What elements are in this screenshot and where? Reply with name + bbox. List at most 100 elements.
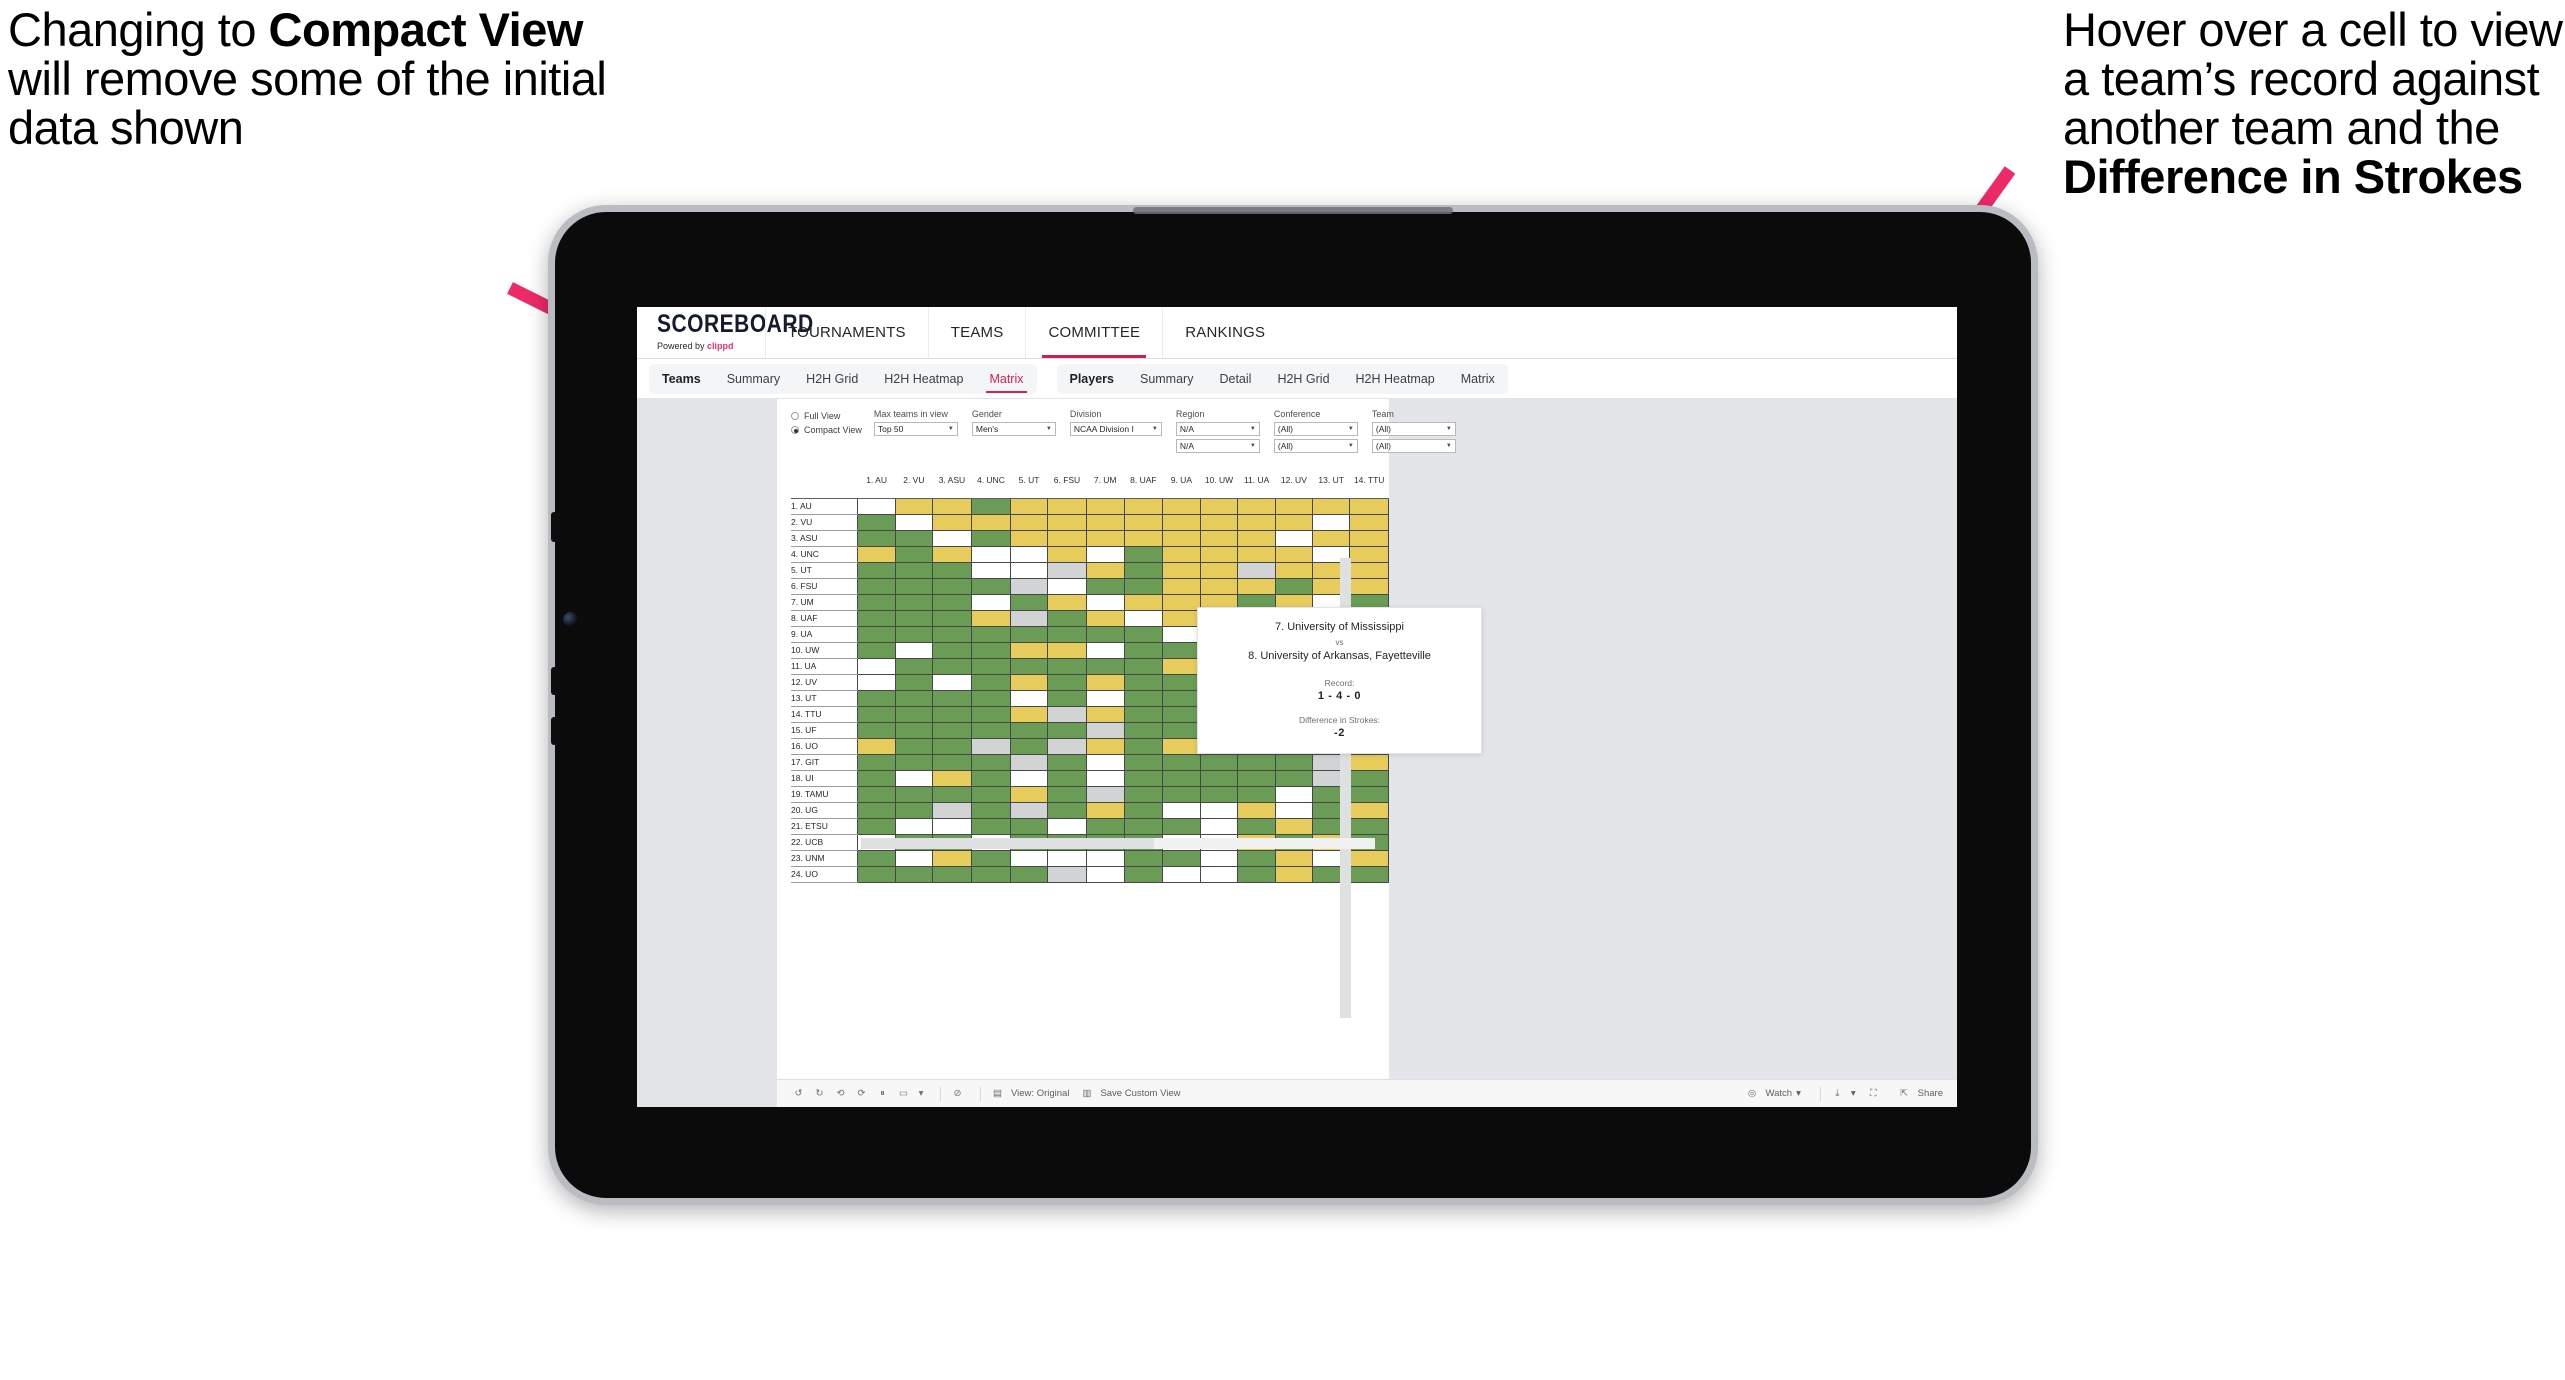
matrix-cell[interactable]	[970, 786, 1011, 803]
matrix-cell[interactable]	[970, 594, 1011, 611]
redo-icon[interactable]: ↻	[812, 1086, 827, 1101]
matrix-cell[interactable]	[970, 514, 1011, 531]
radio-compact-view-icon[interactable]	[791, 426, 799, 434]
matrix-cell[interactable]	[1047, 770, 1087, 787]
matrix-cell[interactable]	[1349, 786, 1389, 803]
matrix-cell[interactable]	[970, 802, 1011, 819]
filter-max-teams-select[interactable]: Top 50 ▼	[873, 422, 958, 436]
matrix-cell[interactable]	[1047, 498, 1087, 515]
matrix-cell[interactable]	[970, 706, 1011, 723]
matrix-cell[interactable]	[1009, 706, 1049, 723]
matrix-cell[interactable]	[970, 690, 1011, 707]
matrix-cell[interactable]	[932, 498, 972, 515]
matrix-cell[interactable]	[1162, 674, 1201, 691]
matrix-cell[interactable]	[857, 642, 896, 659]
matrix-row-header[interactable]: 23. UNM	[791, 850, 858, 867]
matrix-cell[interactable]	[1199, 866, 1239, 883]
matrix-cell[interactable]	[932, 642, 972, 659]
refresh-icon[interactable]: ⟳	[854, 1086, 869, 1101]
matrix-cell[interactable]	[1123, 850, 1164, 867]
matrix-cell[interactable]	[857, 722, 896, 739]
matrix-cell[interactable]	[894, 690, 934, 707]
matrix-col-header[interactable]: 8. UAF	[1124, 462, 1163, 499]
matrix-cell[interactable]	[1123, 514, 1164, 531]
matrix-cell[interactable]	[1162, 610, 1201, 627]
matrix-cell[interactable]	[932, 594, 972, 611]
matrix-cell[interactable]	[1162, 594, 1201, 611]
matrix-cell[interactable]	[1237, 530, 1276, 547]
filter-region-select-1[interactable]: N/A ▼	[1175, 422, 1260, 436]
matrix-cell[interactable]	[1009, 818, 1049, 835]
matrix-cell[interactable]	[932, 866, 972, 883]
matrix-cell[interactable]	[1085, 546, 1125, 563]
matrix-cell[interactable]	[970, 578, 1011, 595]
matrix-row-header[interactable]: 14. TTU	[791, 706, 858, 723]
matrix-cell[interactable]	[1009, 546, 1049, 563]
matrix-cell[interactable]	[1349, 802, 1389, 819]
matrix-cell[interactable]	[1009, 658, 1049, 675]
matrix-cell[interactable]	[857, 514, 896, 531]
matrix-cell[interactable]	[894, 706, 934, 723]
matrix-cell[interactable]	[1047, 690, 1087, 707]
radio-compact-view[interactable]: Compact View	[791, 425, 862, 435]
matrix-cell[interactable]	[1274, 786, 1314, 803]
matrix-cell[interactable]	[1047, 546, 1087, 563]
filter-gender-select[interactable]: Men's ▼	[971, 422, 1056, 436]
matrix-row-header[interactable]: 1. AU	[791, 498, 858, 515]
matrix-row-header[interactable]: 4. UNC	[791, 546, 858, 563]
matrix-cell[interactable]	[1047, 674, 1087, 691]
matrix-cell[interactable]	[932, 770, 972, 787]
matrix-cell[interactable]	[857, 530, 896, 547]
matrix-cell[interactable]	[1349, 770, 1389, 787]
matrix-col-header[interactable]: 2. VU	[895, 462, 933, 499]
matrix-cell[interactable]	[1009, 770, 1049, 787]
matrix-cell[interactable]	[1349, 498, 1389, 515]
matrix-cell[interactable]	[1162, 530, 1201, 547]
matrix-cell[interactable]	[1123, 642, 1164, 659]
matrix-cell[interactable]	[1274, 530, 1314, 547]
matrix-cell[interactable]	[1162, 818, 1201, 835]
matrix-cell[interactable]	[894, 674, 934, 691]
matrix-cell[interactable]	[1274, 562, 1314, 579]
matrix-cell[interactable]	[1009, 562, 1049, 579]
matrix-cell[interactable]	[1162, 626, 1201, 643]
matrix-cell[interactable]	[1085, 690, 1125, 707]
matrix-cell[interactable]	[932, 546, 972, 563]
matrix-cell[interactable]	[970, 642, 1011, 659]
matrix-cell[interactable]	[857, 754, 896, 771]
matrix-cell[interactable]	[894, 562, 934, 579]
matrix-cell[interactable]	[1009, 802, 1049, 819]
matrix-col-header[interactable]: 4. UNC	[971, 462, 1011, 499]
tab-players-detail[interactable]: Detail	[1206, 364, 1264, 394]
nav-tournaments[interactable]: TOURNAMENTS	[765, 307, 928, 358]
matrix-cell[interactable]	[1123, 786, 1164, 803]
matrix-row-header[interactable]: 9. UA	[791, 626, 858, 643]
matrix-cell[interactable]	[1162, 562, 1201, 579]
matrix-cell[interactable]	[894, 514, 934, 531]
matrix-cell[interactable]	[894, 642, 934, 659]
matrix-cell[interactable]	[1123, 610, 1164, 627]
matrix-cell[interactable]	[1274, 754, 1314, 771]
matrix-cell[interactable]	[1047, 866, 1087, 883]
matrix-cell[interactable]	[1162, 706, 1201, 723]
matrix-cell[interactable]	[970, 818, 1011, 835]
matrix-row-header[interactable]: 13. UT	[791, 690, 858, 707]
matrix-cell[interactable]	[970, 562, 1011, 579]
matrix-cell[interactable]	[1009, 850, 1049, 867]
tab-teams-matrix[interactable]: Matrix	[976, 364, 1036, 394]
matrix-cell[interactable]	[1312, 498, 1351, 515]
matrix-cell[interactable]	[1085, 610, 1125, 627]
matrix-cell[interactable]	[857, 786, 896, 803]
matrix-cell[interactable]	[1123, 562, 1164, 579]
matrix-cell[interactable]	[1199, 754, 1239, 771]
matrix-cell[interactable]	[1009, 738, 1049, 755]
matrix-cell[interactable]	[1162, 722, 1201, 739]
matrix-cell[interactable]	[894, 610, 934, 627]
matrix-cell[interactable]	[1085, 642, 1125, 659]
matrix-row-header[interactable]: 18. UI	[791, 770, 858, 787]
matrix-cell[interactable]	[1312, 530, 1351, 547]
matrix-cell[interactable]	[857, 658, 896, 675]
matrix-cell[interactable]	[857, 626, 896, 643]
filter-icon[interactable]: ▭	[896, 1086, 911, 1101]
matrix-cell[interactable]	[932, 514, 972, 531]
